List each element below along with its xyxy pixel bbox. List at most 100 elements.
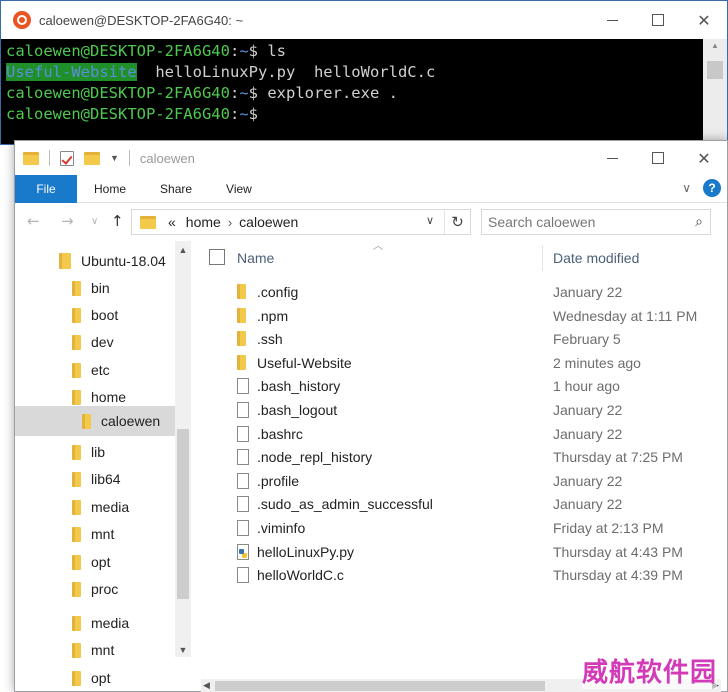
- recent-locations-icon[interactable]: ∨: [91, 216, 98, 227]
- scroll-left-icon[interactable]: ◀: [203, 680, 210, 691]
- breadcrumb-caloewen[interactable]: caloewen: [239, 214, 298, 230]
- scroll-up-icon[interactable]: ▲: [175, 245, 191, 255]
- quick-access-toolbar: ▼: [23, 150, 119, 166]
- folder-icon: [140, 215, 156, 229]
- file-date: January 22: [553, 472, 623, 489]
- help-icon[interactable]: ?: [703, 179, 721, 197]
- tab-home[interactable]: Home: [77, 175, 143, 203]
- tree-item-media[interactable]: media: [15, 494, 175, 520]
- tree-item-media[interactable]: media: [15, 610, 175, 636]
- terminal-titlebar[interactable]: caloewen@DESKTOP-2FA6G40: ~ ✕: [1, 1, 727, 39]
- folder-icon: [72, 554, 81, 570]
- minimize-button[interactable]: [589, 1, 635, 39]
- explorer-title: caloewen: [139, 150, 195, 166]
- new-folder-icon[interactable]: [84, 151, 100, 165]
- column-name[interactable]: Name: [237, 250, 274, 266]
- search-box[interactable]: ⌕: [481, 209, 711, 235]
- minimize-button[interactable]: [589, 141, 635, 175]
- explorer-titlebar[interactable]: ▼ caloewen ✕: [15, 141, 727, 175]
- close-icon: ✕: [697, 10, 711, 30]
- chevron-down-icon[interactable]: ∨: [426, 214, 434, 227]
- terminal-scrollbar[interactable]: ▲: [703, 39, 727, 144]
- chevron-right-icon[interactable]: ›: [228, 215, 232, 230]
- tree-item-label: home: [91, 389, 127, 405]
- tab-share[interactable]: Share: [143, 175, 209, 203]
- file-name: helloWorldC.c: [257, 567, 344, 584]
- column-date-modified[interactable]: Date modified: [553, 250, 639, 266]
- tree-item-label: opt: [91, 670, 111, 686]
- navpane-scrollbar[interactable]: ▲ ▼: [175, 241, 191, 657]
- tree-item-mnt[interactable]: mnt: [15, 521, 175, 547]
- scroll-up-icon[interactable]: ▲: [703, 41, 727, 50]
- forward-arrow-icon[interactable]: →: [61, 212, 74, 230]
- tab-view[interactable]: View: [209, 175, 269, 203]
- close-button[interactable]: ✕: [681, 1, 727, 39]
- scroll-thumb[interactable]: [215, 681, 545, 691]
- terminal-output[interactable]: caloewen@DESKTOP-2FA6G40:~$ ls Useful-Web…: [1, 39, 701, 144]
- customize-toolbar-icon[interactable]: ▼: [110, 153, 119, 163]
- file-row[interactable]: .npm Wednesday at 1:11 PM: [191, 305, 711, 329]
- scroll-thumb[interactable]: [177, 429, 189, 599]
- tree-item-opt[interactable]: opt: [15, 549, 175, 575]
- file-icon: [237, 378, 249, 395]
- tree-item-label: caloewen: [101, 413, 161, 429]
- file-name: .ssh: [257, 331, 283, 348]
- tree-item-bin[interactable]: bin: [15, 275, 175, 301]
- folder-icon: [237, 284, 246, 299]
- maximize-button[interactable]: [635, 141, 681, 175]
- tree-item-label: opt: [91, 554, 111, 570]
- tree-item-ubuntu[interactable]: Ubuntu-18.04: [15, 248, 175, 274]
- tab-file[interactable]: File: [15, 174, 77, 203]
- tree-item-boot[interactable]: boot: [15, 302, 175, 328]
- search-icon[interactable]: ⌕: [695, 213, 703, 230]
- tree-item-lib64[interactable]: lib64: [15, 466, 175, 492]
- scroll-thumb[interactable]: [707, 61, 723, 79]
- tree-item-dev[interactable]: dev: [15, 329, 175, 355]
- file-row[interactable]: Useful-Website 2 minutes ago: [191, 352, 711, 376]
- tree-item-mnt[interactable]: mnt: [15, 637, 175, 663]
- scroll-down-icon[interactable]: ▼: [175, 645, 191, 655]
- tree-item-proc[interactable]: proc: [15, 576, 175, 602]
- file-icon: [237, 567, 249, 584]
- tree-item-caloewen[interactable]: caloewen: [15, 406, 175, 436]
- back-arrow-icon[interactable]: ←: [27, 212, 40, 230]
- file-icon: [237, 520, 249, 536]
- file-row[interactable]: .sudo_as_admin_successful January 22: [191, 493, 711, 517]
- breadcrumb-overflow[interactable]: «: [168, 214, 176, 230]
- tree-item-lib[interactable]: lib: [15, 439, 175, 465]
- divider: [49, 150, 50, 166]
- expand-ribbon-icon[interactable]: ∨: [682, 181, 691, 195]
- explorer-window: ▼ caloewen ✕ File Home Share View ∨ ? ← …: [14, 140, 728, 692]
- file-row[interactable]: .config January 22: [191, 281, 711, 305]
- file-date: Wednesday at 1:11 PM: [553, 307, 698, 324]
- select-all-checkbox[interactable]: [209, 249, 225, 265]
- file-row[interactable]: .viminfo Friday at 2:13 PM: [191, 517, 711, 541]
- file-row[interactable]: helloWorldC.c Thursday at 4:39 PM: [191, 564, 711, 588]
- properties-icon[interactable]: [60, 150, 74, 166]
- file-row[interactable]: .node_repl_history Thursday at 7:25 PM: [191, 446, 711, 470]
- file-name: .config: [257, 284, 299, 300]
- file-row[interactable]: .profile January 22: [191, 470, 711, 494]
- tree-item-etc[interactable]: etc: [15, 357, 175, 383]
- column-divider[interactable]: [542, 245, 543, 271]
- up-arrow-icon[interactable]: ↑: [111, 212, 124, 230]
- refresh-icon[interactable]: ↻: [444, 210, 470, 234]
- folder-icon: [23, 151, 39, 165]
- navigation-pane: Ubuntu-18.04 bin boot dev etc home caloe…: [15, 241, 191, 692]
- tree-item-opt[interactable]: opt: [15, 665, 175, 691]
- file-row[interactable]: .bash_history 1 hour ago: [191, 375, 711, 399]
- file-row[interactable]: .ssh February 5: [191, 328, 711, 352]
- breadcrumb-home[interactable]: home: [186, 214, 221, 230]
- search-input[interactable]: [488, 214, 678, 230]
- file-row[interactable]: helloLinuxPy.py Thursday at 4:43 PM: [191, 541, 711, 565]
- folder-icon: [72, 334, 81, 350]
- maximize-button[interactable]: [635, 1, 681, 39]
- file-list: ︿ Name Date modified .config January 22 .…: [191, 241, 728, 692]
- file-row[interactable]: .bash_logout January 22: [191, 399, 711, 423]
- file-row[interactable]: .bashrc January 22: [191, 423, 711, 447]
- ubuntu-icon: [13, 11, 31, 29]
- address-bar[interactable]: « home › caloewen ∨ ↻: [131, 209, 471, 235]
- folder-icon: [72, 389, 81, 405]
- close-button[interactable]: ✕: [681, 141, 727, 175]
- file-name: .node_repl_history: [257, 449, 373, 466]
